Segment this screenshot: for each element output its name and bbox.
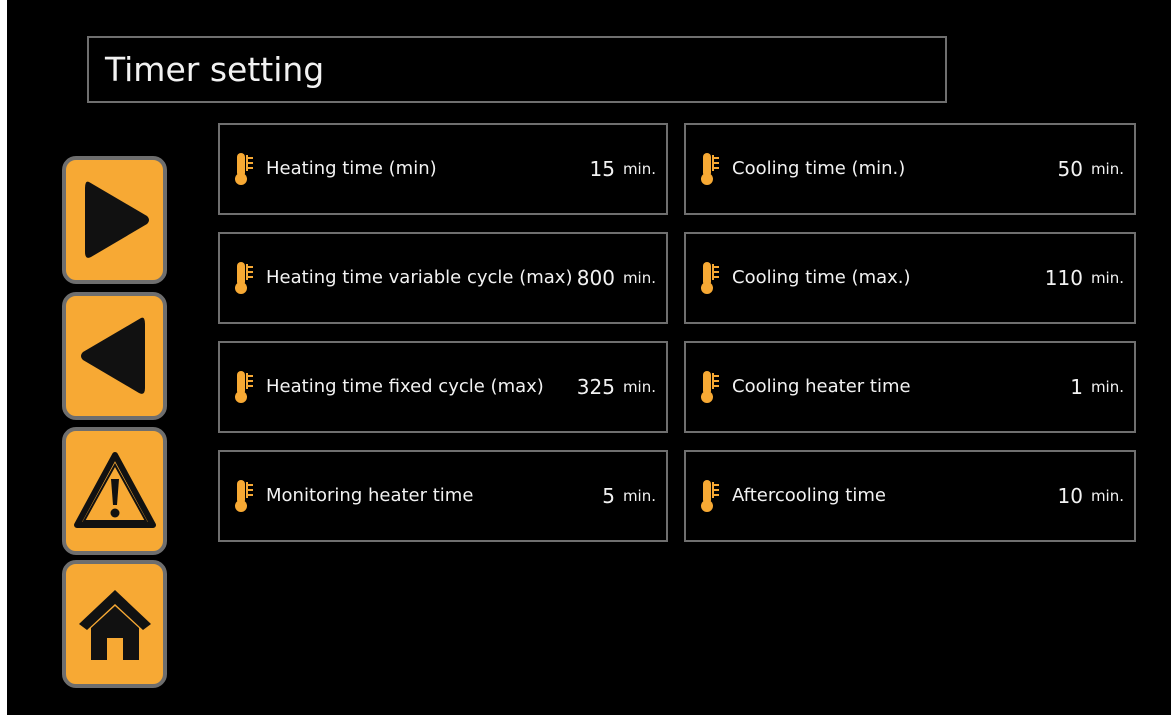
home-button[interactable] bbox=[62, 560, 167, 688]
param-unit: min. bbox=[622, 378, 656, 396]
param-unit: min. bbox=[1090, 378, 1124, 396]
param-unit: min. bbox=[622, 487, 656, 505]
param-label: Monitoring heater time bbox=[266, 485, 474, 506]
page-title-text: Timer setting bbox=[105, 50, 325, 89]
param-heating-time-fixed-cycle[interactable]: Heating time fixed cycle (max) 325 min. bbox=[218, 341, 668, 433]
hmi-screen: Timer setting Heating time (min) 15 min.… bbox=[7, 0, 1171, 715]
param-unit: min. bbox=[1090, 269, 1124, 287]
param-label: Aftercooling time bbox=[732, 485, 886, 506]
param-value[interactable]: 1 bbox=[1070, 375, 1083, 399]
param-unit: min. bbox=[622, 160, 656, 178]
thermometer-icon bbox=[235, 480, 253, 512]
param-label: Cooling time (max.) bbox=[732, 267, 911, 288]
param-value[interactable]: 5 bbox=[602, 484, 615, 508]
param-value[interactable]: 110 bbox=[1045, 266, 1083, 290]
page-title: Timer setting bbox=[87, 36, 947, 103]
thermometer-icon bbox=[701, 371, 719, 403]
param-unit: min. bbox=[1090, 160, 1124, 178]
param-value[interactable]: 15 bbox=[589, 157, 614, 181]
param-cooling-heater-time[interactable]: Cooling heater time 1 min. bbox=[684, 341, 1136, 433]
param-aftercooling-time[interactable]: Aftercooling time 10 min. bbox=[684, 450, 1136, 542]
play-right-icon bbox=[84, 181, 149, 258]
thermometer-icon bbox=[701, 262, 719, 294]
param-value[interactable]: 800 bbox=[577, 266, 615, 290]
warning-icon bbox=[73, 452, 156, 528]
param-value[interactable]: 10 bbox=[1057, 484, 1082, 508]
param-label: Heating time (min) bbox=[266, 158, 437, 179]
param-cooling-time-max[interactable]: Cooling time (max.) 110 min. bbox=[684, 232, 1136, 324]
previous-page-button[interactable] bbox=[62, 292, 167, 420]
param-unit: min. bbox=[1090, 487, 1124, 505]
alarm-button[interactable] bbox=[62, 427, 167, 555]
param-label: Heating time variable cycle (max) bbox=[266, 267, 573, 288]
param-heating-time-variable-cycle[interactable]: Heating time variable cycle (max) 800 mi… bbox=[218, 232, 668, 324]
play-left-icon bbox=[80, 317, 145, 394]
param-value[interactable]: 325 bbox=[577, 375, 615, 399]
param-label: Cooling time (min.) bbox=[732, 158, 906, 179]
param-heating-time-min[interactable]: Heating time (min) 15 min. bbox=[218, 123, 668, 215]
home-icon bbox=[78, 590, 151, 660]
thermometer-icon bbox=[235, 262, 253, 294]
thermometer-icon bbox=[235, 153, 253, 185]
next-page-button[interactable] bbox=[62, 156, 167, 284]
param-monitoring-heater-time[interactable]: Monitoring heater time 5 min. bbox=[218, 450, 668, 542]
param-value[interactable]: 50 bbox=[1057, 157, 1082, 181]
thermometer-icon bbox=[701, 153, 719, 185]
param-label: Heating time fixed cycle (max) bbox=[266, 376, 544, 397]
thermometer-icon bbox=[701, 480, 719, 512]
param-label: Cooling heater time bbox=[732, 376, 911, 397]
param-unit: min. bbox=[622, 269, 656, 287]
thermometer-icon bbox=[235, 371, 253, 403]
param-cooling-time-min[interactable]: Cooling time (min.) 50 min. bbox=[684, 123, 1136, 215]
